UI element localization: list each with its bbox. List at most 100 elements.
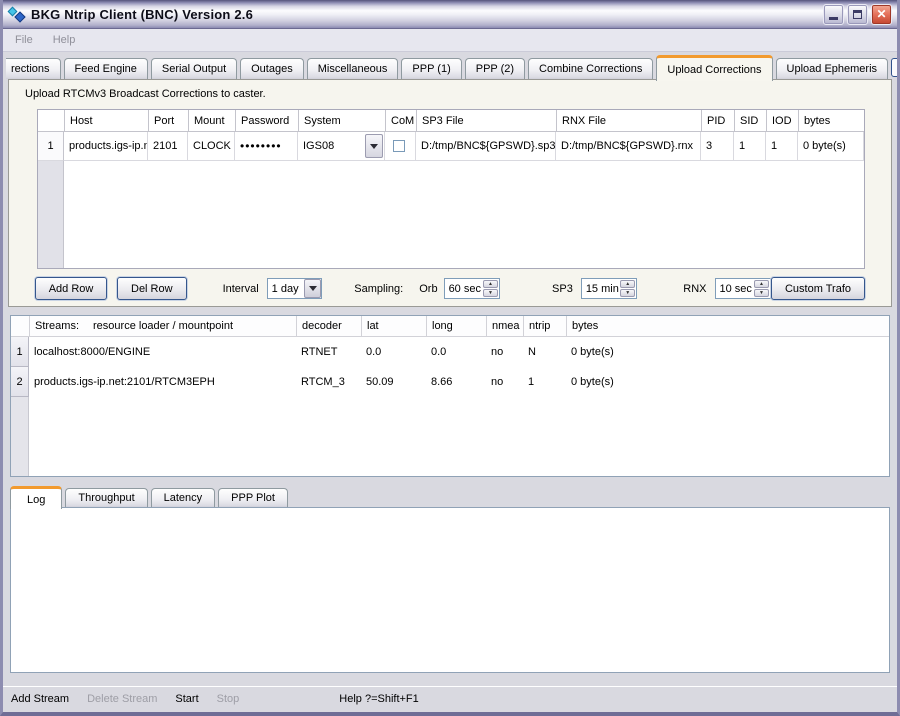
streams-header-nmea: nmea — [486, 316, 523, 336]
tab-upload-corrections[interactable]: Upload Corrections — [656, 55, 772, 81]
stream-bytes: 0 byte(s) — [566, 337, 889, 367]
spin-up-icon[interactable]: ▲ — [620, 280, 635, 288]
upload-table-header: Host Port Mount Password System CoM SP3 … — [38, 110, 864, 132]
add-stream-action[interactable]: Add Stream — [11, 693, 69, 705]
streams-label: Streams: — [35, 320, 79, 332]
header-password: Password — [235, 110, 298, 131]
streams-row-header-strip — [11, 397, 29, 476]
upload-table: Host Port Mount Password System CoM SP3 … — [37, 109, 865, 269]
spin-up-icon[interactable]: ▲ — [754, 280, 769, 288]
tab-ppp-plot[interactable]: PPP Plot — [218, 488, 288, 507]
sp3-spinbox[interactable]: 15 min ▲ ▼ — [581, 278, 637, 299]
app-icon — [8, 6, 25, 22]
tab-ppp-2[interactable]: PPP (2) — [465, 58, 525, 79]
interval-dropdown-button[interactable] — [304, 279, 321, 298]
bytes-cell: 0 byte(s) — [798, 132, 864, 161]
orb-spinbox[interactable]: 60 sec ▲ ▼ — [444, 278, 500, 299]
titlebar[interactable]: BKG Ntrip Client (BNC) Version 2.6 ✕ — [3, 0, 897, 29]
com-checkbox[interactable] — [393, 140, 405, 152]
stop-action[interactable]: Stop — [217, 693, 240, 705]
header-rnx-file: RNX File — [556, 110, 701, 131]
app-window: BKG Ntrip Client (BNC) Version 2.6 ✕ Fil… — [0, 0, 900, 716]
stream-row-number: 1 — [11, 337, 29, 367]
stream-decoder: RTNET — [296, 337, 361, 367]
tab-scroll-left-icon[interactable]: ◀ — [891, 58, 900, 77]
rnx-value: 10 sec — [720, 283, 752, 295]
tab-serial-output[interactable]: Serial Output — [151, 58, 237, 79]
tab-combine-corrections[interactable]: Combine Corrections — [528, 58, 653, 79]
spin-down-icon[interactable]: ▼ — [483, 289, 498, 297]
menubar: File Help — [3, 29, 897, 52]
header-sid: SID — [734, 110, 766, 131]
row-number: 1 — [38, 132, 64, 161]
mountpoint-label: resource loader / mountpoint — [93, 320, 233, 332]
streams-header: Streams: resource loader / mountpoint de… — [11, 316, 889, 337]
rnx-file-cell[interactable]: D:/tmp/BNC${GPSWD}.rnx — [556, 132, 701, 161]
close-button[interactable]: ✕ — [871, 4, 892, 25]
stream-long: 8.66 — [426, 367, 486, 397]
spin-down-icon[interactable]: ▼ — [620, 289, 635, 297]
sp3-label: SP3 — [552, 283, 573, 295]
tab-miscellaneous[interactable]: Miscellaneous — [307, 58, 399, 79]
password-cell[interactable]: •••••••• — [235, 132, 298, 161]
window-title: BKG Ntrip Client (BNC) Version 2.6 — [31, 7, 820, 22]
minimize-button[interactable] — [823, 4, 844, 25]
menu-help[interactable]: Help — [43, 34, 86, 46]
start-action[interactable]: Start — [175, 693, 198, 705]
delete-stream-action[interactable]: Delete Stream — [87, 693, 157, 705]
custom-trafo-button[interactable]: Custom Trafo — [771, 277, 865, 300]
spin-up-icon[interactable]: ▲ — [483, 280, 498, 288]
header-sp3-file: SP3 File — [416, 110, 556, 131]
del-row-button[interactable]: Del Row — [117, 277, 187, 300]
tab-corrections[interactable]: rections — [6, 58, 61, 79]
pid-cell[interactable]: 3 — [701, 132, 734, 161]
stream-bytes: 0 byte(s) — [566, 367, 889, 397]
interval-combobox[interactable]: 1 day — [267, 278, 323, 299]
tab-scroll-buttons: ◀ ▶ — [891, 58, 900, 79]
tab-upload-ephemeris[interactable]: Upload Ephemeris — [776, 58, 889, 79]
pane-caption: Upload RTCMv3 Broadcast Corrections to c… — [25, 88, 891, 100]
header-iod: IOD — [766, 110, 798, 131]
chevron-down-icon — [370, 144, 378, 149]
stream-lat: 50.09 — [361, 367, 426, 397]
header-port: Port — [148, 110, 188, 131]
maximize-button[interactable] — [847, 4, 868, 25]
top-tabbar: rections Feed Engine Serial Output Outag… — [3, 52, 897, 79]
system-combobox[interactable]: IGS08 — [298, 132, 385, 161]
orb-label: Orb — [419, 283, 437, 295]
tab-ppp-1[interactable]: PPP (1) — [401, 58, 461, 79]
interval-value: 1 day — [272, 283, 299, 295]
header-host: Host — [64, 110, 148, 131]
header-rownum — [38, 110, 64, 131]
host-cell[interactable]: products.igs-ip.net — [64, 132, 148, 161]
header-bytes: bytes — [798, 110, 864, 131]
sp3-file-cell[interactable]: D:/tmp/BNC${GPSWD}.sp3 — [416, 132, 556, 161]
rnx-spinbox[interactable]: 10 sec ▲ ▼ — [715, 278, 771, 299]
maximize-icon — [853, 10, 862, 19]
stream-row[interactable]: 1 localhost:8000/ENGINE RTNET 0.0 0.0 no… — [11, 337, 889, 367]
sid-cell[interactable]: 1 — [734, 132, 766, 161]
spin-down-icon[interactable]: ▼ — [754, 289, 769, 297]
streams-header-rownum — [11, 316, 29, 336]
system-dropdown-button[interactable] — [365, 134, 383, 158]
tab-throughput[interactable]: Throughput — [65, 488, 147, 507]
streams-header-bytes: bytes — [566, 316, 889, 336]
mount-cell[interactable]: CLOCK — [188, 132, 235, 161]
stream-nmea: no — [486, 337, 523, 367]
help-shortcut-label: Help ?=Shift+F1 — [339, 693, 419, 705]
menu-file[interactable]: File — [3, 34, 43, 46]
tab-latency[interactable]: Latency — [151, 488, 216, 507]
port-cell[interactable]: 2101 — [148, 132, 188, 161]
add-row-button[interactable]: Add Row — [35, 277, 107, 300]
rnx-spin-buttons: ▲ ▼ — [754, 280, 770, 297]
stream-ntrip: 1 — [523, 367, 566, 397]
log-panel[interactable] — [10, 507, 890, 673]
tab-outages[interactable]: Outages — [240, 58, 304, 79]
iod-cell[interactable]: 1 — [766, 132, 798, 161]
tab-feed-engine[interactable]: Feed Engine — [64, 58, 148, 79]
sp3-value: 15 min — [586, 283, 619, 295]
stream-row[interactable]: 2 products.igs-ip.net:2101/RTCM3EPH RTCM… — [11, 367, 889, 397]
sp3-spin-buttons: ▲ ▼ — [620, 280, 636, 297]
streams-header-lat: lat — [361, 316, 426, 336]
tab-log[interactable]: Log — [10, 486, 62, 509]
